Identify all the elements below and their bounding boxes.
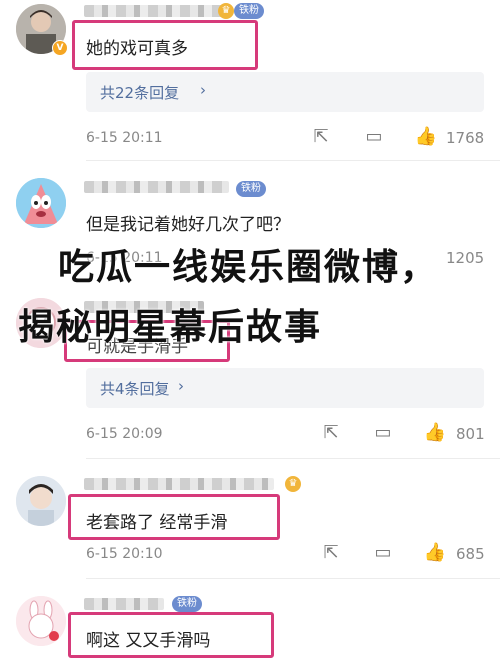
highlight-box — [72, 20, 258, 70]
comment-icon[interactable]: ▭ — [371, 542, 395, 563]
crown-icon: ♛ — [285, 476, 301, 492]
tie-fan-badge: 铁粉 — [236, 181, 266, 197]
tie-fan-badge: 铁粉 — [234, 3, 264, 19]
divider — [86, 578, 500, 579]
username[interactable] — [84, 598, 164, 610]
overlay-headline-line2: 揭秘明星幕后故事 — [18, 307, 323, 348]
comment-icon[interactable]: ▭ — [362, 126, 386, 147]
replies-label: 共22条回复 — [100, 84, 180, 102]
divider — [86, 160, 500, 161]
comment-icon[interactable]: ▭ — [371, 422, 395, 443]
timestamp: 6-15 20:10 — [86, 546, 163, 562]
like-count: 685 — [456, 545, 485, 563]
like-icon[interactable]: 👍 — [423, 542, 447, 563]
username[interactable] — [84, 5, 224, 17]
divider — [86, 458, 500, 459]
timestamp: 6-15 20:09 — [86, 426, 163, 442]
avatar-image — [16, 596, 66, 646]
like-icon[interactable]: 👍 — [414, 126, 438, 147]
replies-label: 共4条回复 — [100, 380, 170, 398]
overlay-headline-line1: 吃瓜一线娱乐圈微博， — [58, 247, 439, 288]
like-count: 1205 — [446, 249, 485, 267]
share-icon[interactable]: ⇱ — [319, 542, 343, 563]
username[interactable] — [84, 478, 274, 490]
crown-icon: ♛ — [218, 3, 234, 19]
replies-link[interactable]: 共22条回复 › — [86, 72, 484, 112]
like-count: 801 — [456, 425, 485, 443]
like-icon[interactable]: 👍 — [423, 422, 447, 443]
verified-icon: V — [52, 40, 68, 56]
share-icon[interactable]: ⇱ — [319, 422, 343, 443]
avatar-image — [16, 476, 66, 526]
chevron-right-icon: › — [178, 377, 184, 395]
like-count: 1768 — [446, 129, 485, 147]
comment-text: 但是我记着她好几次了吧？ — [86, 215, 290, 235]
replies-link[interactable]: 共4条回复 › — [86, 368, 484, 408]
username[interactable] — [84, 181, 229, 193]
avatar[interactable] — [16, 596, 66, 646]
tie-fan-badge: 铁粉 — [172, 596, 202, 612]
avatar[interactable] — [16, 476, 66, 526]
timestamp: 6-15 20:11 — [86, 130, 163, 146]
highlight-box — [68, 612, 274, 658]
avatar[interactable] — [16, 178, 66, 228]
highlight-box — [68, 494, 280, 540]
avatar-image — [16, 178, 66, 228]
chevron-right-icon: › — [200, 81, 206, 99]
share-icon[interactable]: ⇱ — [309, 126, 333, 147]
